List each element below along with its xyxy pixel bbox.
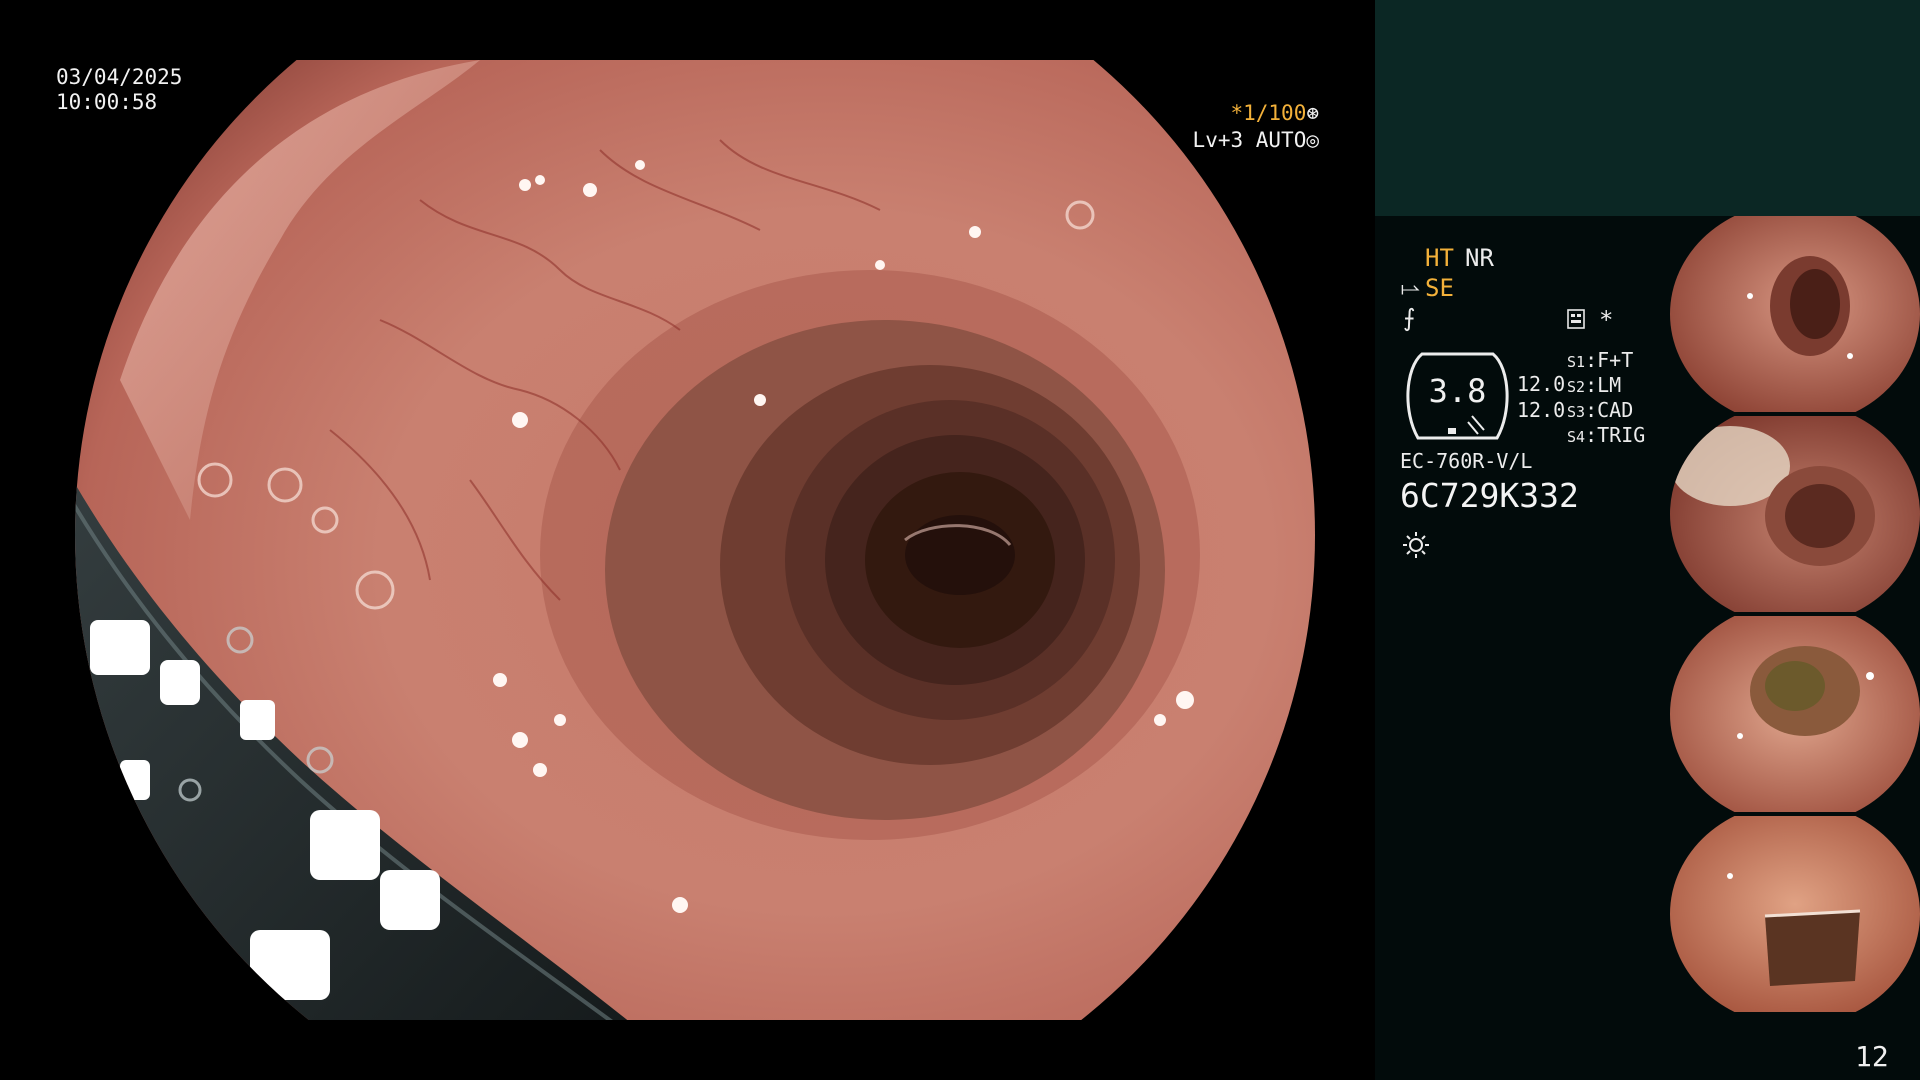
settings-list-icon bbox=[1567, 309, 1585, 329]
page-number: 12 bbox=[1855, 1040, 1889, 1073]
color-mode-icon: ⨍ bbox=[1403, 304, 1416, 332]
switch-value: LM bbox=[1597, 373, 1622, 397]
light-source-icon bbox=[1403, 532, 1429, 558]
switch-key: S4 bbox=[1567, 428, 1586, 446]
mode-nr: NR bbox=[1465, 244, 1494, 272]
thumbnail-image bbox=[1670, 616, 1920, 812]
brightness-level: Lv+3 AUTO◎ bbox=[1193, 127, 1319, 153]
gauge-side-value-2: 12.0 bbox=[1517, 398, 1566, 422]
switch-value: CAD bbox=[1597, 398, 1634, 422]
thumbnail-capture-2[interactable] bbox=[1670, 416, 1920, 612]
switch-s4: S4:TRIG bbox=[1567, 423, 1646, 447]
capture-thumbnails bbox=[1670, 216, 1920, 1016]
info-panel: HT NR ⥛ SE ⨍ * 3.8 12.0 12.0 S1:F+T S2:L… bbox=[1375, 0, 1920, 1080]
mode-se: SE bbox=[1425, 274, 1454, 302]
exam-date: 03/04/2025 bbox=[56, 65, 183, 89]
gauge-side-value-1: 12.0 bbox=[1517, 372, 1566, 396]
exam-time: 10:00:58 bbox=[56, 90, 158, 114]
scope-serial: 6C729K332 bbox=[1400, 476, 1579, 515]
info-top-band bbox=[1375, 0, 1920, 216]
switch-value: TRIG bbox=[1597, 423, 1646, 447]
thumbnail-image bbox=[1670, 216, 1920, 412]
switch-s2: S2:LM bbox=[1567, 373, 1622, 397]
thumbnail-image bbox=[1670, 816, 1920, 1012]
endoscopy-screen: 03/04/2025 10:00:58 *1/100⊛ Lv+3 AUTO◎ H… bbox=[0, 0, 1920, 1080]
endoscope-live-view: 03/04/2025 10:00:58 *1/100⊛ Lv+3 AUTO◎ bbox=[0, 0, 1375, 1080]
switch-key: S3 bbox=[1567, 403, 1586, 421]
switch-key: S1 bbox=[1567, 353, 1586, 371]
scope-model: EC-760R-V/L bbox=[1400, 449, 1533, 473]
switch-s1: S1:F+T bbox=[1567, 348, 1634, 372]
auto-iris-icon: ◎ bbox=[1306, 128, 1319, 152]
thumbnail-image bbox=[1670, 416, 1920, 612]
asterisk-icon: * bbox=[1599, 306, 1614, 334]
mode-ht: HT bbox=[1425, 244, 1454, 272]
structure-enhance-icon: ⥛ bbox=[1401, 274, 1421, 302]
thumbnail-capture-4[interactable] bbox=[1670, 816, 1920, 1012]
switch-value: F+T bbox=[1597, 348, 1634, 372]
brightness-value: Lv+3 AUTO bbox=[1192, 128, 1307, 152]
thumbnail-capture-3[interactable] bbox=[1670, 616, 1920, 812]
shutter-speed: *1/100⊛ bbox=[1230, 100, 1319, 126]
colon-lumen-image bbox=[75, 60, 1315, 1020]
thumbnail-capture-1[interactable] bbox=[1670, 216, 1920, 412]
shutter-value: *1/100 bbox=[1230, 101, 1307, 125]
switch-s3: S3:CAD bbox=[1567, 398, 1634, 422]
switch-key: S2 bbox=[1567, 378, 1586, 396]
aperture-icon: ⊛ bbox=[1306, 101, 1319, 125]
gauge-value: 3.8 bbox=[1428, 372, 1487, 410]
